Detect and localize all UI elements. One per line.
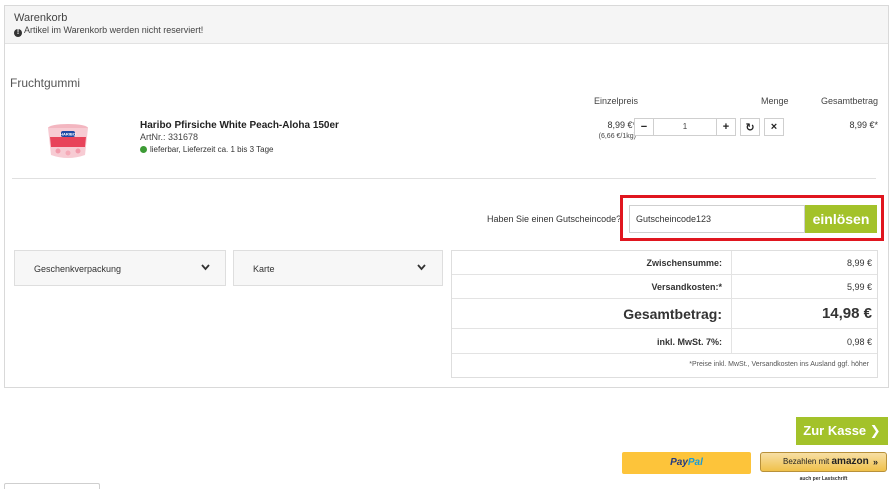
product-artnr: ArtNr.: 331678	[140, 132, 199, 142]
quantity-stepper: − 1 + ↻ ×	[634, 118, 784, 136]
product-name[interactable]: Haribo Pfirsiche White Peach-Aloha 150er	[140, 120, 339, 131]
column-total: Gesamtbetrag	[821, 96, 879, 106]
chevron-down-icon	[201, 263, 210, 273]
availability-dot-icon	[140, 146, 147, 153]
product-availability: lieferbar, Lieferzeit ca. 1 bis 3 Tage	[140, 145, 273, 154]
double-chevron-right-icon: »	[872, 457, 878, 467]
cart-title: Warenkorb	[14, 12, 68, 24]
shipping-value: 5,99 €	[846, 282, 872, 292]
totals-table: Zwischensumme: 8,99 € Versandkosten:* 5,…	[451, 250, 878, 378]
paypal-button[interactable]: PayPal	[622, 452, 751, 474]
checkout-button[interactable]: Zur Kasse ❯	[796, 417, 888, 445]
totals-row-vat: inkl. MwSt. 7%: 0,98 €	[452, 329, 877, 354]
grand-total-label: Gesamtbetrag:	[623, 306, 722, 322]
subtotal-value: 8,99 €	[846, 258, 872, 268]
unit-price: 8,99 €*	[607, 120, 636, 130]
voucher-highlight-box	[620, 195, 884, 241]
cart-notice: ! Artikel im Warenkorb werden nicht reser…	[14, 25, 203, 37]
accordion-gift-wrap[interactable]: Geschenkverpackung	[14, 250, 226, 286]
bottom-partial-box	[4, 483, 100, 489]
subtotal-label: Zwischensumme:	[646, 258, 722, 268]
base-price: (6,66 €/1kg)	[598, 133, 636, 140]
price-note: *Preise inkl. MwSt., Versandkosten ins A…	[689, 361, 869, 368]
totals-row-grand: Gesamtbetrag: 14,98 €	[452, 299, 877, 329]
cart-notice-text: Artikel im Warenkorb werden nicht reserv…	[24, 25, 204, 35]
accordion-gift-wrap-label: Geschenkverpackung	[34, 264, 122, 274]
voucher-label: Haben Sie einen Gutscheincode?	[487, 214, 622, 224]
product-image[interactable]: HARIBO	[46, 123, 90, 161]
checkout-label: Zur Kasse	[803, 423, 867, 438]
quantity-increase-button[interactable]: +	[716, 118, 736, 136]
grand-total-value: 14,98 €	[821, 305, 872, 322]
totals-row-subtotal: Zwischensumme: 8,99 €	[452, 251, 877, 275]
vat-label: inkl. MwSt. 7%:	[656, 337, 722, 347]
line-total: 8,99 €*	[849, 120, 878, 130]
chevron-down-icon	[417, 263, 426, 273]
column-unit-price: Einzelpreis	[594, 96, 639, 106]
accordion-card-label: Karte	[253, 264, 275, 274]
category-title: Fruchtgummi	[10, 76, 81, 90]
chevron-right-icon: ❯	[869, 423, 881, 438]
remove-item-icon[interactable]: ×	[764, 118, 784, 136]
product-image-brand: HARIBO	[60, 132, 76, 137]
vat-value: 0,98 €	[846, 337, 872, 347]
cart-header: Warenkorb ! Artikel im Warenkorb werden n…	[5, 6, 888, 44]
shipping-label: Versandkosten:*	[651, 282, 722, 292]
amazon-pay-button[interactable]: Bezahlen mit amazon »	[760, 452, 887, 472]
refresh-icon[interactable]: ↻	[740, 118, 760, 136]
availability-text: lieferbar, Lieferzeit ca. 1 bis 3 Tage	[150, 145, 274, 154]
info-icon: !	[14, 29, 22, 37]
totals-row-shipping: Versandkosten:* 5,99 €	[452, 275, 877, 299]
accordion-card[interactable]: Karte	[233, 250, 443, 286]
column-quantity: Menge	[761, 96, 789, 106]
quantity-decrease-button[interactable]: −	[634, 118, 654, 136]
paypal-logo-part2: Pal	[687, 457, 703, 468]
amazon-pay-subtext: auch per Lastschrift	[799, 476, 848, 482]
amazon-pay-prefix: Bezahlen mit	[783, 457, 830, 466]
totals-row-note: *Preise inkl. MwSt., Versandkosten ins A…	[452, 354, 877, 378]
divider	[12, 178, 876, 179]
quantity-input[interactable]: 1	[654, 118, 716, 136]
paypal-logo-part1: Pay	[670, 457, 688, 468]
amazon-logo: amazon	[831, 456, 869, 467]
